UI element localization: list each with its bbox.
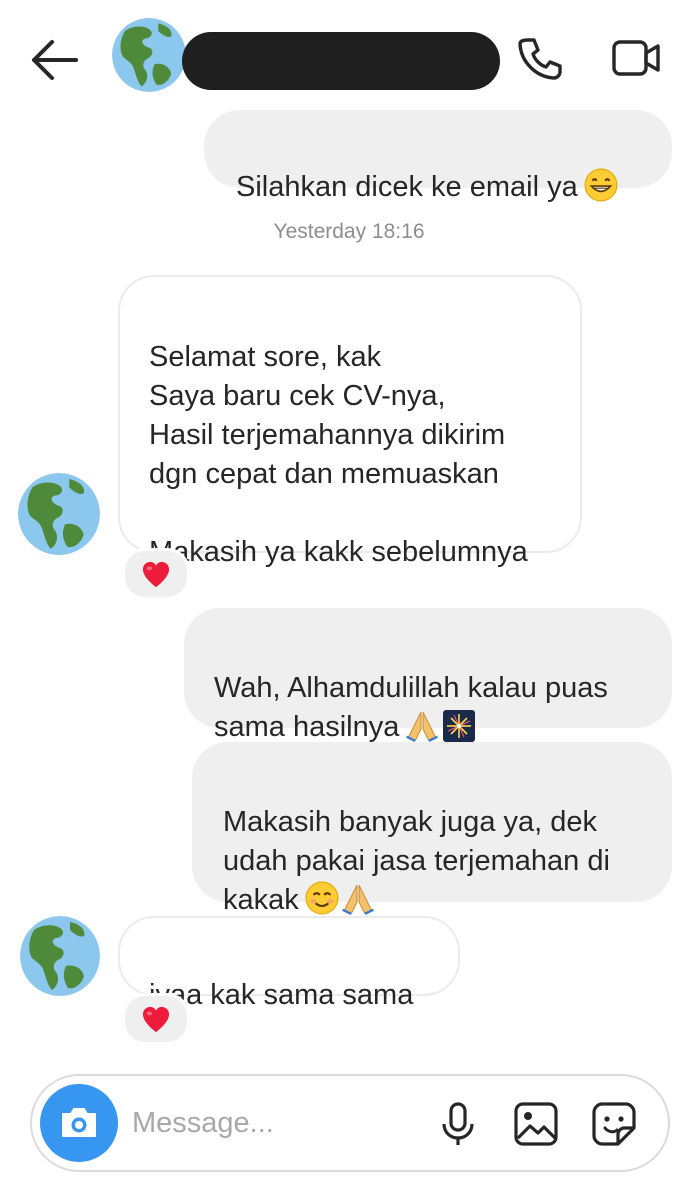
reaction-badge[interactable] (122, 993, 190, 1045)
message-text: Selamat sore, kak Saya baru cek CV-nya, … (149, 341, 528, 568)
voice-message-button[interactable] (434, 1100, 482, 1148)
chat-header (0, 0, 698, 120)
sender-avatar[interactable] (18, 473, 100, 555)
message-bubble-outgoing[interactable]: Wah, Alhamdulillah kalau puas sama hasil… (184, 608, 672, 743)
phone-icon (518, 38, 562, 80)
message-text: iyaa kak sama sama (149, 979, 414, 1011)
globe-americas-icon (18, 473, 100, 555)
arrow-left-icon (32, 40, 78, 80)
message-text: Silahkan dicek ke email ya (236, 171, 578, 203)
sticker-icon (592, 1102, 636, 1146)
message-bubble-incoming[interactable]: Selamat sore, kak Saya baru cek CV-nya, … (118, 275, 582, 568)
contact-name-redacted[interactable] (182, 32, 500, 90)
red-heart-icon (141, 1005, 171, 1033)
sender-avatar[interactable] (20, 916, 100, 996)
voice-call-button[interactable] (514, 34, 566, 82)
message-timestamp: Yesterday 18:16 (273, 220, 425, 243)
globe-americas-icon (112, 18, 186, 92)
message-composer (30, 1074, 670, 1172)
folded-hands-icon (341, 881, 375, 915)
message-bubble-incoming[interactable]: iyaa kak sama sama (118, 916, 460, 1011)
folded-hands-icon (405, 708, 439, 742)
image-icon (514, 1102, 558, 1146)
grinning-face-icon (584, 168, 618, 202)
smiling-face-icon (305, 881, 339, 915)
back-button[interactable] (28, 38, 80, 82)
video-call-button[interactable] (610, 34, 662, 82)
sticker-button[interactable] (590, 1100, 638, 1148)
camera-button[interactable] (40, 1084, 118, 1162)
reaction-badge[interactable] (122, 548, 190, 600)
message-text: Makasih banyak juga ya, dek udah pakai j… (223, 806, 610, 916)
microphone-icon (442, 1102, 474, 1145)
red-heart-icon (141, 560, 171, 588)
gallery-button[interactable] (512, 1100, 560, 1148)
fireworks-icon (443, 710, 475, 742)
message-bubble-outgoing[interactable]: Silahkan dicek ke email ya (204, 110, 672, 203)
video-camera-icon (612, 40, 660, 76)
contact-avatar[interactable] (112, 18, 186, 92)
globe-americas-icon (20, 916, 100, 996)
message-bubble-outgoing[interactable]: Makasih banyak juga ya, dek udah pakai j… (192, 742, 672, 916)
message-input[interactable] (132, 1100, 422, 1146)
camera-icon (62, 1108, 96, 1137)
